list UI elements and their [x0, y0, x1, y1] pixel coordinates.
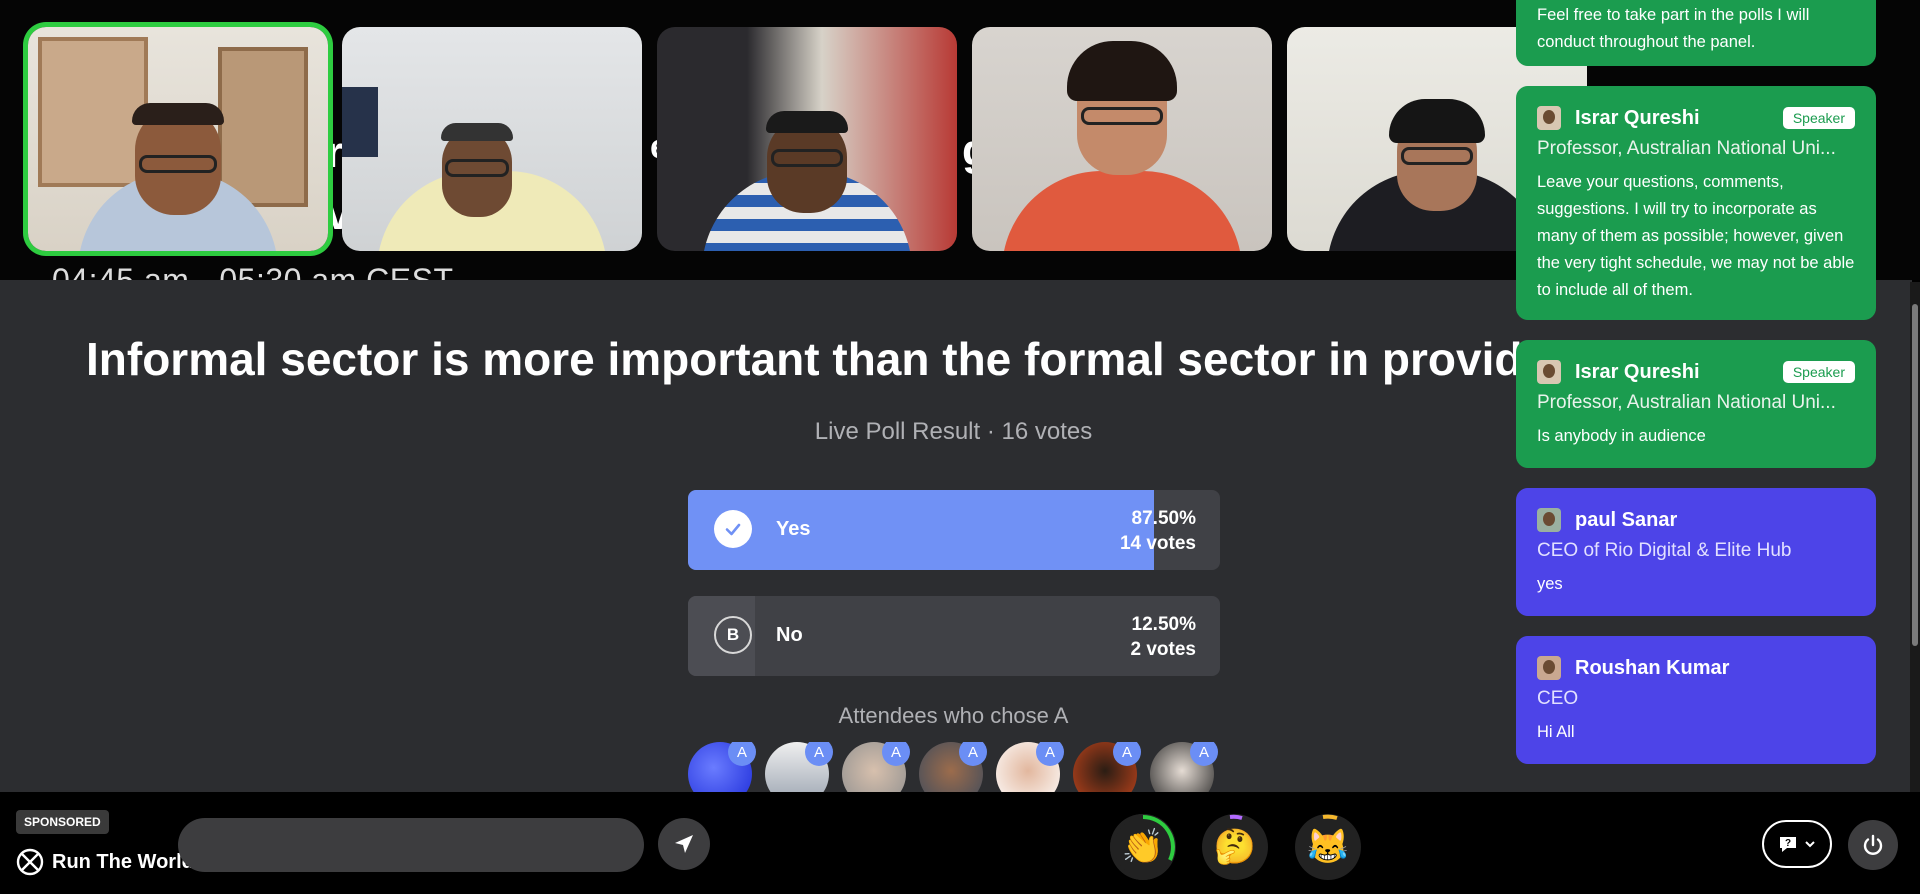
thinking-reaction-button[interactable]: 🤔: [1202, 814, 1268, 880]
reaction-cooldown-ring: [1142, 815, 1175, 861]
chat-author-name[interactable]: Israr Qureshi: [1575, 107, 1700, 130]
chat-message: Israr Qureshi Speaker Professor, Austral…: [1516, 340, 1876, 468]
check-icon: [714, 510, 752, 548]
avatar[interactable]: [1537, 360, 1561, 384]
choice-badge: A: [1190, 742, 1218, 766]
chat-author-title: CEO: [1537, 688, 1579, 709]
chevron-down-icon: [1805, 841, 1815, 848]
chat-input[interactable]: [178, 818, 644, 872]
poll-option-yes[interactable]: Yes 87.50% 14 votes: [688, 490, 1220, 570]
poll-option-votes: 2 votes: [1130, 639, 1196, 660]
chat-message: paul Sanar CEO of Rio Digital & Elite Hu…: [1516, 488, 1876, 616]
chat-message: Feel free to take part in the polls I wi…: [1516, 0, 1876, 66]
chat-author-name[interactable]: Roushan Kumar: [1575, 657, 1729, 680]
laugh-cry-reaction-button[interactable]: 😹: [1295, 814, 1361, 880]
reaction-cooldown-ring: [1322, 814, 1338, 820]
avatar[interactable]: [1537, 508, 1561, 532]
chat-author-title: CEO of Rio Digital & Elite Hub: [1537, 540, 1792, 561]
send-icon: [675, 835, 693, 853]
overlay-letter: r: [326, 128, 344, 177]
power-icon: [1863, 834, 1883, 855]
poll-option-votes: 14 votes: [1119, 533, 1196, 554]
chat-author-title: Professor, Australian National Uni...: [1537, 138, 1836, 159]
choice-badge: A: [882, 742, 910, 766]
poll-option-fill: [688, 490, 1154, 570]
scrollbar-thumb[interactable]: [1912, 304, 1918, 646]
clap-reaction-button[interactable]: 👏: [1110, 814, 1176, 880]
brand-logo[interactable]: Run The World: [16, 848, 194, 876]
choice-badge: A: [805, 742, 833, 766]
chat-message-text: Feel free to take part in the polls I wi…: [1537, 6, 1810, 51]
choice-badge: A: [1113, 742, 1141, 766]
video-tile-active[interactable]: [28, 27, 328, 251]
send-button[interactable]: [658, 818, 710, 870]
speaker-badge: Speaker: [1782, 107, 1855, 129]
poll-option-stats: 87.50% 14 votes: [1120, 506, 1196, 556]
video-tile[interactable]: [342, 27, 642, 251]
chat-author-title: Professor, Australian National Uni...: [1537, 392, 1836, 413]
poll-option-percent: 87.50%: [1131, 508, 1196, 529]
poll-option-label: Yes: [776, 518, 811, 540]
sponsored-label: SPONSORED: [16, 810, 109, 834]
chat-message-text: Leave your questions, comments, suggesti…: [1537, 173, 1855, 299]
chat-message-text: yes: [1537, 575, 1563, 593]
poll-option-percent: 12.50%: [1131, 614, 1196, 635]
globe-logo-icon: [16, 848, 44, 876]
svg-text:?: ?: [1785, 838, 1791, 849]
chat-panel: Feel free to take part in the polls I wi…: [1510, 0, 1880, 792]
poll-option-no[interactable]: B No 12.50% 2 votes: [688, 596, 1220, 676]
bottom-toolbar: SPONSORED Run The World 👏 🤔 😹 ?: [0, 792, 1920, 894]
choice-badge: A: [959, 742, 987, 766]
chat-message: Israr Qureshi Speaker Professor, Austral…: [1516, 86, 1876, 320]
question-bubble-icon: ?: [1780, 837, 1796, 852]
leave-button[interactable]: [1848, 820, 1898, 870]
chat-author-name[interactable]: paul Sanar: [1575, 509, 1677, 532]
reaction-cooldown-ring: [1229, 814, 1243, 820]
avatar[interactable]: [1537, 106, 1561, 130]
video-tile[interactable]: [657, 27, 957, 251]
video-tile[interactable]: [972, 27, 1272, 251]
speaker-badge: Speaker: [1782, 361, 1855, 383]
choice-badge: A: [728, 742, 756, 766]
chat-author-name[interactable]: Israr Qureshi: [1575, 361, 1700, 384]
qa-menu-button[interactable]: ?: [1762, 820, 1832, 868]
chat-scrollbar[interactable]: [1910, 282, 1920, 792]
option-letter-badge: B: [714, 616, 752, 654]
chat-message-text: Hi All: [1537, 723, 1575, 741]
session-time-overlay: 04:45 am - 05:30 am CEST: [52, 262, 454, 280]
poll-option-stats: 12.50% 2 votes: [1131, 612, 1196, 662]
chat-message: Roushan Kumar CEO Hi All: [1516, 636, 1876, 764]
attendee-avatar-list: A A A A A A A: [688, 742, 1228, 792]
choice-badge: A: [1036, 742, 1064, 766]
brand-name: Run The World: [52, 850, 194, 873]
chat-message-text: Is anybody in audience: [1537, 427, 1706, 445]
avatar[interactable]: [1537, 656, 1561, 680]
poll-option-label: No: [776, 624, 803, 646]
